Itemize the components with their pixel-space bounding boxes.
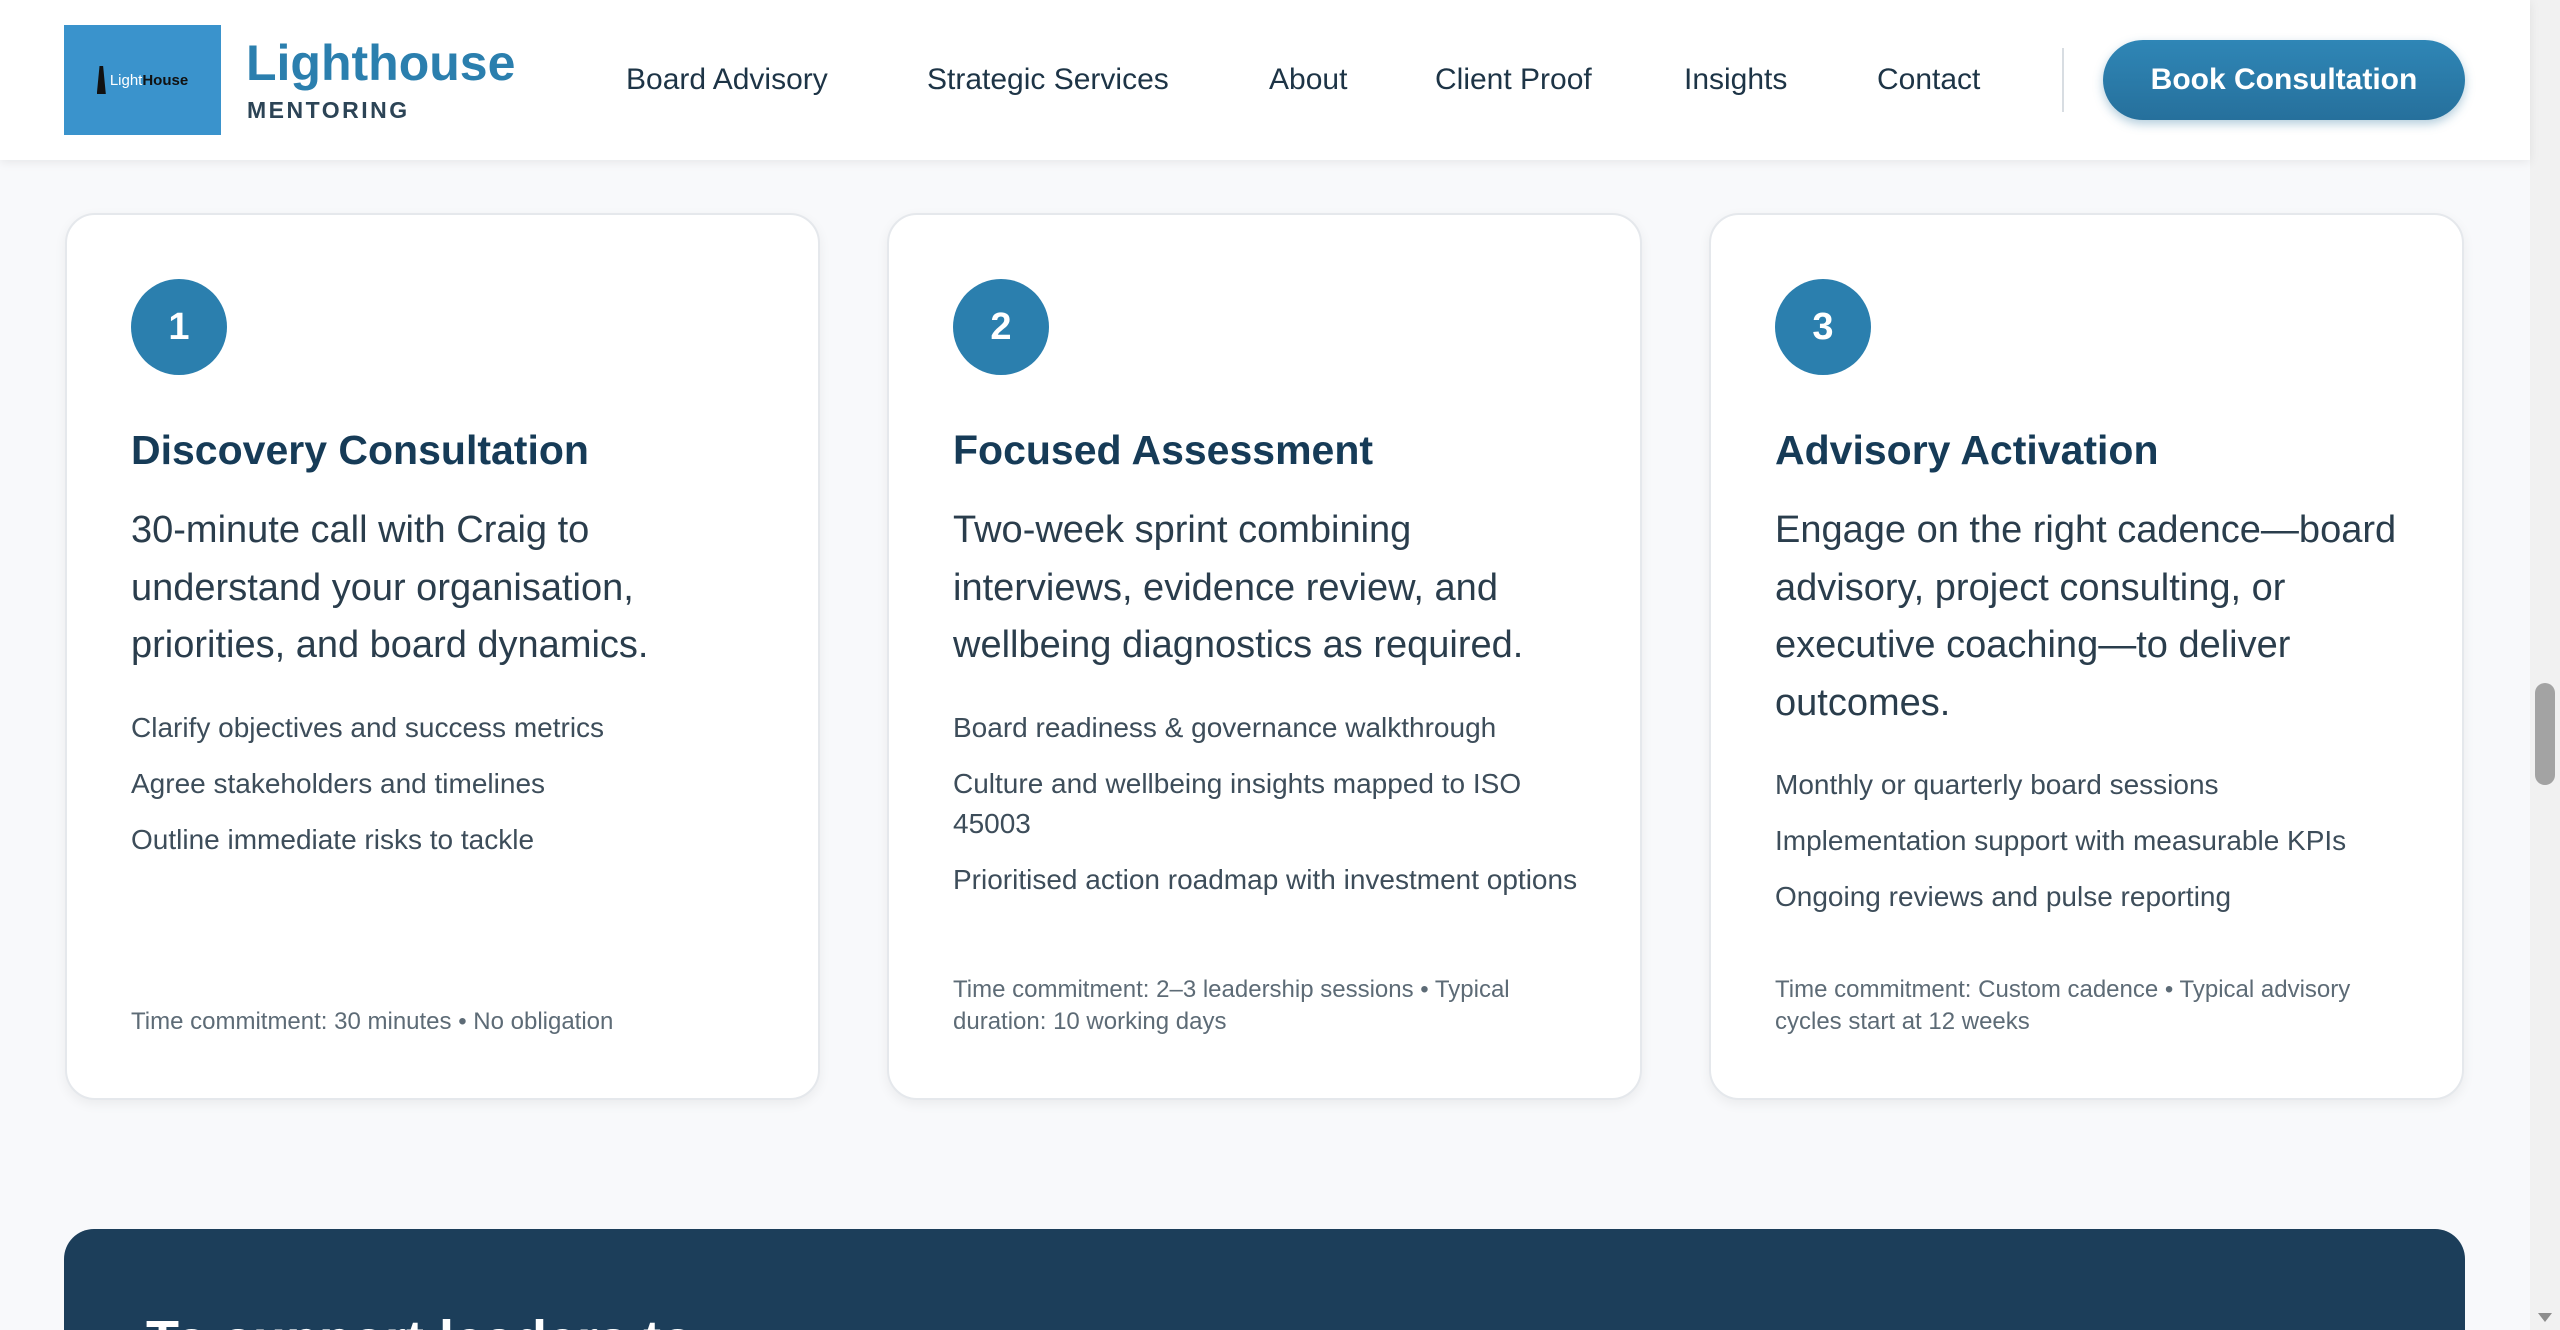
list-item: Prioritised action roadmap with investme…	[953, 864, 1578, 895]
list-item: Culture and wellbeing insights mapped to…	[953, 768, 1522, 839]
list-item: Implementation support with measurable K…	[1775, 825, 2347, 856]
step-card-activation: 3 Advisory Activation Engage on the righ…	[1709, 213, 2464, 1100]
site-header: Light House Lighthouse MENTORING Board Ad…	[0, 0, 2530, 160]
card-description: 30-minute call with Craig to understand …	[131, 509, 649, 666]
card-description: Engage on the right cadence—board adviso…	[1775, 509, 2397, 724]
logo[interactable]: Light House	[64, 25, 221, 135]
card-list: Monthly or quarterly board sessions Impl…	[1775, 765, 2402, 933]
scrollbar-thumb[interactable]	[2535, 683, 2555, 785]
card-footer: Time commitment: 2–3 leadership sessions…	[953, 976, 1510, 1035]
brand-title[interactable]: Lighthouse	[246, 33, 515, 93]
logo-text-dark: House	[142, 71, 189, 89]
list-item: Board readiness & governance walkthrough	[953, 712, 1497, 743]
list-item: Clarify objectives and success metrics	[131, 712, 605, 743]
nav-contact[interactable]: Contact	[1877, 58, 1980, 102]
step-card-discovery: 1 Discovery Consultation 30-minute call …	[65, 213, 820, 1100]
list-item: Monthly or quarterly board sessions	[1775, 769, 2219, 800]
card-list: Board readiness & governance walkthrough…	[953, 708, 1580, 916]
mission-banner: To support leaders to	[64, 1229, 2465, 1330]
list-item: Ongoing reviews and pulse reporting	[1775, 881, 2232, 912]
step-number-badge: 2	[953, 279, 1049, 375]
lighthouse-icon	[96, 66, 106, 94]
card-title: Focused Assessment	[953, 427, 1374, 473]
nav-insights[interactable]: Insights	[1684, 58, 1787, 102]
card-description: Two-week sprint combining interviews, ev…	[953, 509, 1524, 666]
step-number-badge: 3	[1775, 279, 1871, 375]
nav-strategic-services[interactable]: Strategic Services	[927, 58, 1169, 102]
card-footer: Time commitment: 30 minutes • No obligat…	[131, 1008, 614, 1035]
step-number-badge: 1	[131, 279, 227, 375]
nav-about[interactable]: About	[1269, 58, 1347, 102]
logo-mark: Light House	[96, 66, 189, 94]
nav-board-advisory[interactable]: Board Advisory	[626, 58, 828, 102]
scroll-down-arrow-icon[interactable]	[2538, 1313, 2552, 1322]
list-item: Agree stakeholders and timelines	[131, 768, 546, 799]
logo-text-light: Light	[109, 71, 143, 89]
page-scrollbar[interactable]	[2530, 0, 2560, 1330]
card-title: Discovery Consultation	[131, 427, 589, 473]
page: Light House Lighthouse MENTORING Board Ad…	[0, 0, 2560, 1330]
nav-divider	[2062, 48, 2064, 112]
card-list: Clarify objectives and success metrics A…	[131, 708, 758, 876]
list-item: Outline immediate risks to tackle	[131, 824, 535, 855]
step-card-assessment: 2 Focused Assessment Two-week sprint com…	[887, 213, 1642, 1100]
card-footer: Time commitment: Custom cadence • Typica…	[1775, 976, 2351, 1035]
book-consultation-button[interactable]: Book Consultation	[2103, 40, 2465, 120]
card-title: Advisory Activation	[1775, 427, 2159, 473]
banner-title: To support leaders to	[146, 1309, 694, 1330]
nav-client-proof[interactable]: Client Proof	[1435, 58, 1592, 102]
brand-subtitle: MENTORING	[247, 97, 410, 123]
